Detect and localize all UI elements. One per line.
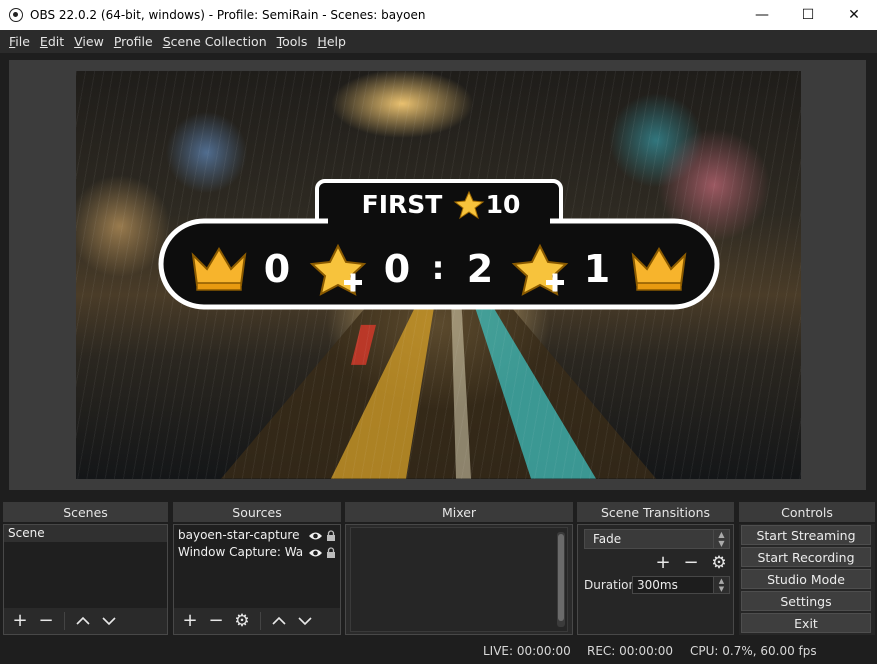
controls-dock: Start Streaming Start Recording Studio M…	[739, 524, 875, 635]
rec-timer: REC: 00:00:00	[587, 644, 674, 658]
gear-icon[interactable]: ⚙	[232, 611, 252, 631]
mixer-scrollbar[interactable]	[557, 532, 565, 627]
source-item-label: bayoen-star-capture	[178, 528, 300, 542]
move-down-icon[interactable]	[295, 611, 315, 631]
toolbar-separator	[260, 612, 261, 630]
studio-mode-button[interactable]: Studio Mode	[741, 569, 871, 589]
duration-input[interactable]: 300ms ▲ ▼	[632, 576, 730, 594]
cpu-fps-status: CPU: 0.7%, 60.00 fps	[690, 644, 817, 658]
move-up-icon[interactable]	[269, 611, 289, 631]
right-stars: 2	[467, 247, 493, 291]
maximize-icon[interactable]: ☐	[785, 0, 831, 30]
sources-dock: bayoen-star-capture Window Capture: Wa +…	[173, 524, 341, 635]
scoreboard-first-label: FIRST	[362, 190, 443, 219]
menu-view-label: iew	[82, 34, 104, 49]
add-scene-icon[interactable]: +	[10, 611, 30, 631]
toolbar-separator	[64, 612, 65, 630]
mixer-area[interactable]	[350, 527, 568, 632]
source-item-controls	[308, 544, 336, 561]
menu-file-label: ile	[15, 34, 30, 49]
sources-list[interactable]: bayoen-star-capture Window Capture: Wa	[174, 525, 340, 608]
scene-item[interactable]: Scene	[4, 525, 167, 542]
menu-scene-collection-label: cene Collection	[170, 34, 267, 49]
menu-help-label: elp	[326, 34, 346, 49]
menu-file[interactable]: File	[4, 34, 35, 49]
lock-icon[interactable]	[326, 529, 336, 542]
title-bar: OBS 22.0.2 (64-bit, windows) - Profile: …	[0, 0, 877, 30]
eye-icon[interactable]	[308, 531, 323, 541]
menu-view[interactable]: View	[69, 34, 109, 49]
sources-toolbar: + − ⚙	[174, 608, 340, 634]
remove-source-icon[interactable]: −	[206, 611, 226, 631]
controls-dock-title: Controls	[739, 502, 875, 522]
duration-label: Duration	[584, 578, 637, 592]
window-title: OBS 22.0.2 (64-bit, windows) - Profile: …	[30, 8, 426, 22]
remove-transition-icon[interactable]: −	[681, 553, 701, 573]
mixer-dock	[345, 524, 573, 635]
move-down-icon[interactable]	[99, 611, 119, 631]
transition-select[interactable]: Fade ▲ ▼	[584, 529, 730, 549]
menu-scene-collection-accel: S	[162, 34, 171, 49]
source-item[interactable]: bayoen-star-capture	[174, 527, 340, 544]
source-item-controls	[308, 527, 336, 544]
transitions-dock: Fade ▲ ▼ + − ⚙ Duration 300ms ▲ ▼	[577, 524, 734, 635]
settings-button[interactable]: Settings	[741, 591, 871, 611]
right-score: 1	[584, 247, 610, 291]
menu-help-accel: H	[317, 34, 327, 49]
remove-scene-icon[interactable]: −	[36, 611, 56, 631]
transitions-dock-title: Scene Transitions	[577, 502, 734, 522]
menu-edit-accel: E	[39, 34, 48, 49]
left-stars: 0	[384, 247, 410, 291]
add-transition-icon[interactable]: +	[653, 553, 673, 573]
menu-edit-label: dit	[47, 34, 65, 49]
duration-value: 300ms	[637, 578, 678, 592]
exit-button[interactable]: Exit	[741, 613, 871, 633]
gear-icon[interactable]: ⚙	[709, 553, 729, 573]
preview-canvas[interactable]: FIRST 10 0 0 : 2 1	[76, 71, 801, 479]
transition-select-value: Fade	[593, 532, 622, 546]
menu-tools-label: ools	[282, 34, 308, 49]
source-item-label: Window Capture: Wa	[178, 545, 304, 559]
start-streaming-button[interactable]: Start Streaming	[741, 525, 871, 545]
move-up-icon[interactable]	[73, 611, 93, 631]
preview-area[interactable]: FIRST 10 0 0 : 2 1	[9, 60, 866, 490]
menu-profile[interactable]: Profile	[109, 34, 158, 49]
scenes-dock-title: Scenes	[3, 502, 168, 522]
scenes-dock: Scene + −	[3, 524, 168, 635]
menu-scene-collection[interactable]: Scene Collection	[158, 34, 272, 49]
sources-dock-title: Sources	[173, 502, 341, 522]
menu-bar: File Edit View Profile Scene Collection …	[0, 30, 877, 53]
scenes-toolbar: + −	[4, 608, 167, 634]
menu-tools[interactable]: Tools	[272, 34, 313, 49]
window-controls: — ☐ ✕	[739, 0, 877, 30]
transition-toolbar: + − ⚙	[653, 553, 729, 573]
status-bar: LIVE: 00:00:00 REC: 00:00:00 CPU: 0.7%, …	[0, 639, 877, 664]
scoreboard-overlay: FIRST 10 0 0 : 2 1	[158, 179, 720, 310]
scenes-list[interactable]: Scene	[4, 525, 167, 608]
chevron-updown-icon: ▲ ▼	[713, 530, 729, 548]
score-separator: :	[432, 249, 445, 287]
minimize-icon[interactable]: —	[739, 0, 785, 30]
start-recording-button[interactable]: Start Recording	[741, 547, 871, 567]
add-source-icon[interactable]: +	[180, 611, 200, 631]
eye-icon[interactable]	[308, 548, 323, 558]
scoreboard-star-target: 10	[486, 190, 521, 219]
lock-icon[interactable]	[326, 546, 336, 559]
left-score: 0	[264, 247, 290, 291]
menu-edit[interactable]: Edit	[35, 34, 69, 49]
source-item[interactable]: Window Capture: Wa	[174, 544, 340, 561]
duration-spinner[interactable]: ▲ ▼	[713, 577, 729, 593]
obs-logo-icon	[9, 8, 23, 22]
live-timer: LIVE: 00:00:00	[483, 644, 571, 658]
close-icon[interactable]: ✕	[831, 0, 877, 30]
menu-help[interactable]: Help	[312, 34, 351, 49]
menu-profile-label: rofile	[121, 34, 153, 49]
mixer-dock-title: Mixer	[345, 502, 573, 522]
